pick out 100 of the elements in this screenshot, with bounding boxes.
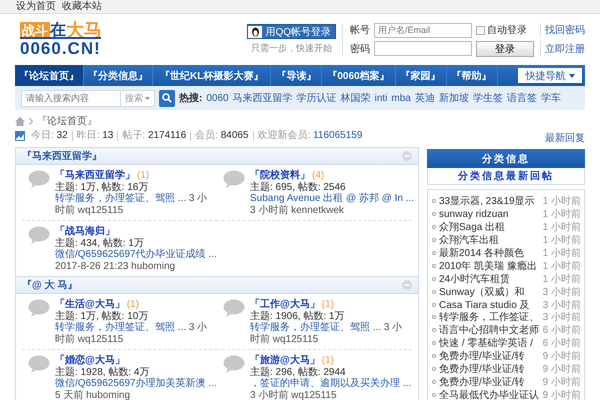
hot-search-label: 热搜: [179,92,202,105]
chat-bubble-icon [28,226,50,244]
last-post-text: 转学服务，办理签证、驾照 ... 3 小时前 wq125115 [55,193,208,216]
new-post-count: (1) [322,299,334,310]
logo-text: 在 [50,22,66,38]
forum-stats: 主题: 296, 帖数: 2944 [250,366,347,378]
bullet-icon [432,328,436,332]
last-post-link[interactable]: 微信/Q659625697办理加美英新澳 ... [55,378,217,389]
latest-replies-link[interactable]: 最新回复 [545,131,585,145]
sidebar-time: 3 小时前 [542,310,581,324]
sidebar-subtitle: 分类信息最新回帖 [427,168,585,185]
bullet-icon [432,238,436,242]
breadcrumb-text: 『论坛首页』 [37,114,97,128]
search-button[interactable] [159,90,175,106]
auto-login-checkbox[interactable]: 自动登录 [476,23,541,37]
sidebar-time: 3 小时前 [542,286,581,299]
hot-search-link[interactable]: 学车 [540,91,561,105]
sidebar-time: 1 小时前 [542,234,581,248]
sidebar-item[interactable]: Casa Tiara studio 及 [439,298,540,312]
hot-search-link[interactable]: 英迪 [414,91,435,105]
sidebar-item[interactable]: 免费办理/毕业证/转 [439,362,540,376]
sidebar-item[interactable]: 众翔Saga 出租 [439,220,540,234]
last-post-text: 转学服务，办理签证、驾照 ... 3 小时前 wq125115 [250,322,404,345]
hot-search-link[interactable]: 新加坡 [438,91,469,105]
sidebar-time: 6 小时前 [542,336,581,350]
sidebar-time: 1 小时前 [542,194,581,208]
search-icon [162,93,172,103]
sidebar-item[interactable]: 转学服务，工作签证、 [439,310,540,324]
account-field[interactable]: 用户名/Email [374,22,472,38]
last-post-link[interactable]: Subang Avenue 出租 @ 苏邦 @ In ... [250,193,414,204]
collapse-icon[interactable] [402,280,412,290]
last-post-text: 微信/Q659625697办理加美英新澳 ... 5 天前 huboming [55,378,215,400]
sidebar-item[interactable]: 24小时汽车租赁 [439,272,540,286]
account-label: 帐号 [350,24,370,37]
qq-login-button[interactable]: 用QQ帐号登录 [247,24,336,39]
hot-search-link[interactable]: 林国荣 [340,91,371,105]
sidebar-time: 1 小时前 [542,246,581,260]
logo-badge: 战斗 [20,22,50,38]
hot-search-link[interactable]: 学生签 [472,91,503,105]
last-post-link[interactable]: 转学服务，办理签证、驾照 ... [250,322,382,333]
forum-link[interactable]: 「旅游@大马」 [250,355,320,366]
sidebar-time: 9 小时前 [542,376,581,389]
bullet-icon [432,290,436,294]
forum-link[interactable]: 「马来西亚留学」 [55,170,135,181]
bullet-icon [432,225,436,230]
sidebar-item[interactable]: sunway ridzuan [439,208,540,220]
section-title[interactable]: 『@ 大 马』 [22,278,78,292]
top-link[interactable]: 收藏本站 [62,0,102,12]
last-post-link[interactable]: 微信/Q659625697代办毕业证成绩 ... [55,249,217,260]
hot-search-link[interactable]: 马来西亚留学 [232,91,293,105]
sidebar-item[interactable]: 快速 / 零基础学英语 / [439,336,540,350]
register-link[interactable]: 立即注册 [545,42,585,56]
caret-icon [568,74,574,78]
bullet-icon [432,302,436,307]
bullet-icon [432,199,436,204]
sidebar-item[interactable]: 免费办理/毕业证/转 [439,374,540,389]
top-link[interactable]: 设为首页 [16,0,56,12]
sidebar-item[interactable]: 最新2014 各种颜色 [439,246,540,260]
sidebar-item[interactable]: 免费办理/毕业证/转 [439,349,540,364]
hot-search-link[interactable]: inti [374,92,388,104]
password-label: 密码 [350,42,370,56]
hot-search-link[interactable]: 学历认证 [296,91,337,105]
quick-nav-button[interactable]: 快捷导航 [518,68,582,83]
forum-stats: 主题: 434, 帖数: 1万 [55,238,145,249]
sidebar-item[interactable]: 2010年 凯美瑞 豫瘾出 [439,258,540,273]
forum-link[interactable]: 「工作@大马」 [250,299,320,310]
new-post-count: (1) [126,299,139,310]
hot-search-link[interactable]: 语言签 [506,91,537,105]
forgot-password-link[interactable]: 找回密码 [545,23,585,37]
new-post-count: (1) [137,170,150,181]
sidebar-item[interactable]: 众翔汽车出租 [439,233,540,248]
collapse-icon[interactable] [402,151,412,161]
password-field[interactable] [374,41,472,56]
home-icon[interactable] [15,116,25,126]
forum-link[interactable]: 「院校资料」 [250,170,310,181]
forum-link[interactable]: 「婚恋@大马」 [55,355,125,366]
hot-search-link[interactable]: 0060 [206,92,229,104]
chat-bubble-icon [28,170,50,188]
chat-bubble-icon [28,355,50,373]
sidebar-item[interactable]: 语言中心招聘中文老师 [439,323,540,338]
sidebar-item[interactable]: Sunway（双威）和 [439,284,540,299]
member-link[interactable]: 116065159 [313,130,362,141]
search-field[interactable]: 请输入搜索内容 [21,90,121,106]
last-post-link[interactable]: 转学服务，办理签证、驾照 ... [55,322,186,333]
sidebar-item[interactable]: 33显示器, 23&19显示 [439,194,540,208]
chevron-icon [29,118,33,124]
last-post-link[interactable]: ，签证的申请、逾期以及买关办理 ... [250,378,412,389]
section-title[interactable]: 『马来西亚留学』 [22,149,102,163]
login-button[interactable]: 登录 [476,40,534,56]
hot-search-link[interactable]: mba [391,92,411,104]
forum-link[interactable]: 「生活@大马」 [55,299,125,310]
sidebar-title: 分类信息 [427,149,585,168]
bullet-icon [432,276,436,281]
forum-link[interactable]: 「战马海归」 [55,226,115,237]
sidebar-time: 3 小时前 [542,298,581,312]
new-member-text: 欢迎新会员: 116065159 [252,131,366,141]
last-post-link[interactable]: 转学服务，办理签证、驾照 ... [55,193,186,204]
nav-tab[interactable]: 『论坛首页』 [15,65,84,86]
bullet-icon [432,212,436,216]
sidebar-item[interactable]: 全马最低代办毕业证认 [439,388,540,400]
